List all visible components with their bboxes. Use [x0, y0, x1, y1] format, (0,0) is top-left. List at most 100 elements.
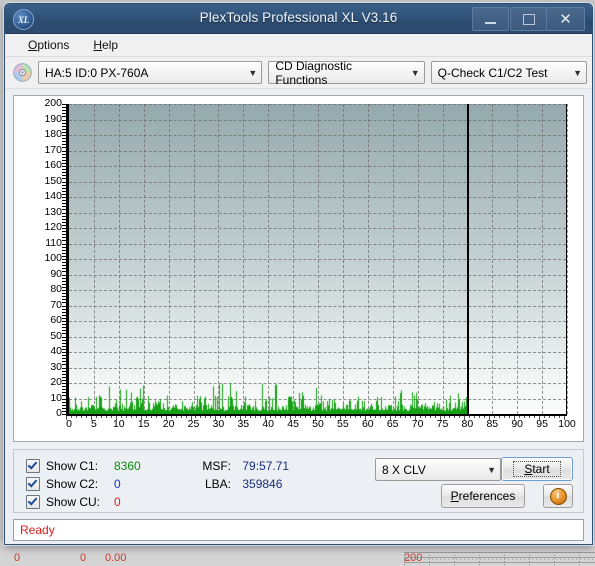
show-c2-label: Show C2: — [46, 477, 99, 491]
show-c1-row[interactable]: Show C1: 8360 — [26, 459, 141, 473]
background-gridline — [579, 552, 580, 566]
chart-x-tick-label: 85 — [486, 418, 499, 430]
background-window-grid — [404, 552, 595, 566]
background-gridline — [404, 552, 405, 566]
lba-row: LBA: 359846 — [199, 477, 282, 491]
c2-error-count: 0 — [114, 477, 121, 491]
results-panel: Show C1: 8360 Show C2: 0 Show CU: 0 MSF:… — [13, 449, 584, 513]
cu-error-count: 0 — [114, 495, 121, 509]
chart-x-tick-label: 20 — [162, 418, 175, 430]
lba-value: 359846 — [242, 477, 283, 491]
chart-x-tick-label: 30 — [212, 418, 225, 430]
chart-x-tick-label: 55 — [337, 418, 349, 430]
function-select[interactable]: CD Diagnostic Functions ▼ — [268, 58, 425, 87]
chart-y-tick-label: 60 — [50, 314, 62, 326]
chart-y-tick-label: 200 — [44, 97, 62, 109]
background-gridline — [454, 552, 455, 566]
chart-y-tick-label: 0 — [56, 407, 62, 419]
plextools-window: XL PlexTools Professional XL V3.16 ✕ Opt… — [4, 3, 593, 545]
show-c2-row[interactable]: Show C2: 0 — [26, 477, 121, 491]
background-gridline — [529, 552, 530, 566]
start-button-label: Start — [513, 461, 561, 477]
preferences-button-label: Preferences — [451, 489, 516, 503]
chart-x-tick-label: 80 — [461, 418, 474, 430]
menu-item-options[interactable]: Options — [24, 36, 73, 54]
close-button[interactable]: ✕ — [546, 7, 585, 31]
chart-y-tick-label: 100 — [44, 252, 62, 264]
menu-accel-options: O — [28, 38, 38, 52]
msf-label: MSF: — [202, 459, 231, 473]
status-bar: Ready — [13, 519, 584, 541]
minimize-icon — [485, 21, 496, 24]
minimize-button[interactable] — [472, 7, 509, 31]
maximize-icon — [522, 13, 535, 25]
menu-item-options-label: ptions — [37, 38, 70, 52]
chart-y-tick-label: 150 — [44, 174, 62, 187]
chart-x-tick-label: 75 — [436, 418, 449, 430]
show-c1-label: Show C1: — [46, 459, 99, 473]
test-select-value: Q-Check C1/C2 Test — [437, 65, 548, 80]
start-rest: tart — [532, 462, 550, 476]
chart-y-tick-label: 50 — [50, 329, 62, 342]
msf-value: 79:57.71 — [242, 459, 290, 473]
chart-y-tick-label: 40 — [50, 345, 62, 357]
chevron-down-icon: ▼ — [487, 464, 496, 475]
menu-item-help[interactable]: Help — [89, 36, 122, 54]
chart-y-tick-label: 80 — [50, 283, 62, 295]
background-label: 0.00 — [105, 552, 127, 564]
chevron-down-icon: ▼ — [248, 67, 258, 78]
chart-y-tick-label: 110 — [45, 236, 62, 249]
speed-select[interactable]: 8 X CLV ▼ — [375, 458, 501, 481]
preferences-button[interactable]: Preferences — [441, 484, 525, 508]
disc-icon — [12, 62, 33, 83]
chart-y-tick-label: 170 — [44, 143, 62, 156]
chart-y-tick-label: 190 — [44, 112, 62, 125]
chart-plot-area — [69, 104, 568, 414]
background-gridline — [504, 552, 505, 566]
background-label: 0 — [80, 552, 87, 564]
function-select-value: CD Diagnostic Functions — [275, 58, 353, 87]
chart-x-tick-label: 10 — [112, 418, 125, 430]
menu-accel-help: H — [93, 38, 103, 52]
show-cu-label: Show CU: — [46, 495, 101, 509]
chart-x-tick-label: 90 — [511, 418, 524, 430]
chart-x-tick-labels: 0 5 10 15 20 25 30 35 40 45 50 55 60 65 70 75 80 85 90 95 10… — [66, 418, 576, 434]
background-gridline — [479, 552, 480, 566]
background-label: 0 — [14, 552, 21, 564]
chart-x-tick-label: 15 — [137, 418, 150, 430]
maximize-button[interactable] — [510, 7, 547, 31]
chart-x-tick-label: 5 — [90, 418, 97, 430]
chart-x-tick-label: 25 — [187, 418, 200, 430]
chart-x-tick-label: 0 — [66, 418, 72, 430]
about-button[interactable]: i — [543, 484, 573, 508]
chart-y-tick-label: 120 — [44, 221, 62, 233]
chart-x-tick-label: 40 — [262, 418, 275, 430]
chart-x-tick-label: 50 — [312, 418, 324, 430]
chart-x-tick-label: 60 — [361, 418, 374, 430]
show-cu-row[interactable]: Show CU: 0 — [26, 495, 121, 509]
background-gridline — [554, 552, 555, 566]
chart-y-tick-labels: 0 10 20 30 40 50 60 70 80 90 100 110 120 130 140 150 160… — [14, 98, 62, 418]
show-c2-checkbox[interactable] — [26, 477, 40, 491]
show-c1-checkbox[interactable] — [26, 459, 40, 473]
drive-select[interactable]: HA:5 ID:0 PX-760A ▼ — [38, 61, 263, 84]
chart-y-tick-label: 130 — [44, 205, 62, 218]
chart-x-tick-label: 100 — [558, 418, 576, 430]
chart-x-tick-label: 65 — [386, 418, 399, 430]
title-bar[interactable]: XL PlexTools Professional XL V3.16 ✕ — [5, 4, 592, 34]
status-text: Ready — [20, 523, 55, 537]
chart-x-tick-label: 70 — [411, 418, 424, 430]
chart-y-tick-label: 20 — [50, 376, 62, 388]
menu-item-help-label: elp — [102, 38, 119, 52]
chart-x-tick-label: 95 — [536, 418, 548, 430]
start-button[interactable]: Start — [501, 457, 573, 481]
chart-y-tick-label: 90 — [50, 267, 62, 280]
show-cu-checkbox[interactable] — [26, 495, 40, 509]
background-gridline — [429, 552, 430, 566]
chart-y-tick-label: 180 — [44, 128, 62, 140]
chart-y-tick-label: 30 — [50, 360, 62, 373]
msf-row: MSF: 79:57.71 — [199, 459, 289, 473]
chart-y-tick-label: 70 — [50, 298, 62, 311]
toolbar: HA:5 ID:0 PX-760A ▼ CD Diagnostic Functi… — [5, 57, 592, 89]
test-select[interactable]: Q-Check C1/C2 Test ▼ — [430, 61, 587, 84]
